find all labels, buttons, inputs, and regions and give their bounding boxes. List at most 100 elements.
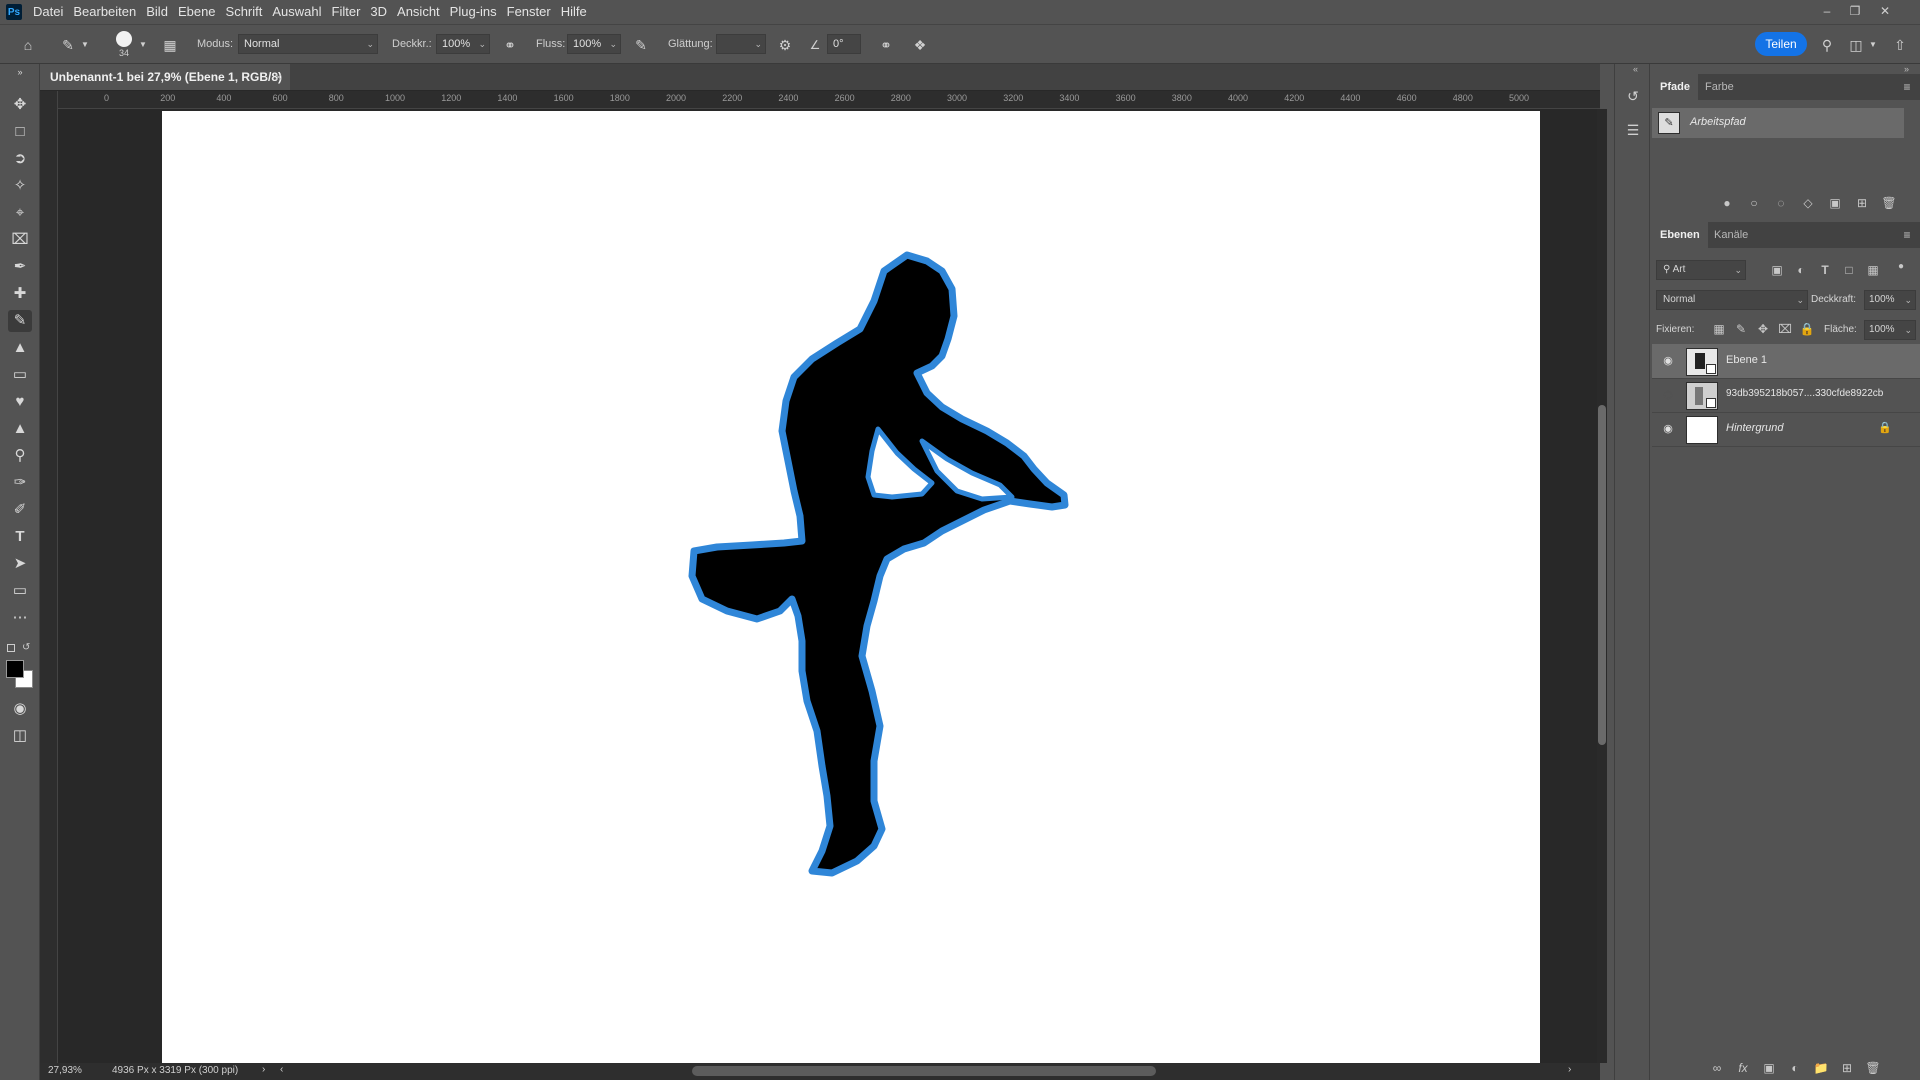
screen-mode-icon[interactable]: ◫ xyxy=(8,725,32,747)
layer-name[interactable]: Hintergrund xyxy=(1726,422,1783,434)
menu-hilfe[interactable]: Hilfe xyxy=(556,0,592,24)
brush-settings-icon[interactable]: ▦ xyxy=(160,35,180,55)
adjustment-layer-icon[interactable]: ◐ xyxy=(1786,1059,1804,1077)
paint-bucket-tool-icon[interactable]: ♥ xyxy=(8,391,32,413)
menu-ansicht[interactable]: Ansicht xyxy=(392,0,445,24)
zoom-level[interactable]: 27,93% xyxy=(48,1065,82,1076)
layer-opacity-field[interactable]: 100% ⌄ xyxy=(1864,290,1916,310)
layer-name[interactable]: 93db395218b057....330cfde8922cb xyxy=(1726,388,1883,399)
rectangle-tool-icon[interactable]: ▭ xyxy=(8,580,32,602)
angle-field[interactable]: 0° xyxy=(827,34,861,54)
link-layers-icon[interactable]: ∞ xyxy=(1708,1059,1726,1077)
eraser-tool-icon[interactable]: ▭ xyxy=(8,364,32,386)
close-tab-icon[interactable]: × xyxy=(275,64,282,90)
move-tool-icon[interactable]: ✥ xyxy=(8,94,32,116)
delete-layer-icon[interactable]: 🗑 xyxy=(1864,1059,1882,1077)
workspace-icon[interactable]: ◫ xyxy=(1846,35,1866,55)
pressure-size-icon[interactable]: ⚭ xyxy=(876,35,896,55)
airbrush-icon[interactable]: ✎ xyxy=(631,35,651,55)
make-path-icon[interactable]: ◇ xyxy=(1799,194,1817,212)
filter-pixel-icon[interactable]: ▣ xyxy=(1768,261,1786,279)
lock-position-icon[interactable]: ✥ xyxy=(1754,320,1772,338)
filter-smartobject-icon[interactable]: ▦ xyxy=(1864,261,1882,279)
brush-tool-preset-icon[interactable]: ✎ xyxy=(58,35,78,55)
filter-shape-icon[interactable]: □ xyxy=(1840,261,1858,279)
lock-icon[interactable]: 🔒 xyxy=(1878,421,1892,434)
swap-colors-icon[interactable]: ↺ xyxy=(22,642,34,654)
tab-pfade[interactable]: Pfade xyxy=(1652,74,1698,100)
pen-tool-icon[interactable]: ✑ xyxy=(8,472,32,494)
layer-name[interactable]: Ebene 1 xyxy=(1726,354,1767,366)
menu-3d[interactable]: 3D xyxy=(365,0,392,24)
path-row[interactable]: ✎ Arbeitspfad xyxy=(1652,108,1904,138)
symmetry-icon[interactable]: ❖ xyxy=(910,35,930,55)
lock-transparency-icon[interactable]: ▦ xyxy=(1710,320,1728,338)
marquee-tool-icon[interactable]: □ xyxy=(8,121,32,143)
collapse-toolbar-icon[interactable]: » xyxy=(8,66,32,78)
lock-paint-icon[interactable]: ✎ xyxy=(1732,320,1750,338)
fx-icon[interactable]: fx xyxy=(1734,1059,1752,1077)
visibility-eye-icon[interactable]: ◉ xyxy=(1660,354,1676,368)
filter-adjustment-icon[interactable]: ◐ xyxy=(1792,261,1810,279)
tab-ebenen[interactable]: Ebenen xyxy=(1652,222,1708,248)
close-window-icon[interactable]: ✕ xyxy=(1878,4,1892,18)
layer-fill-field[interactable]: 100% ⌄ xyxy=(1864,320,1916,340)
crop-tool-icon[interactable]: ⌖ xyxy=(8,202,32,224)
type-tool-icon[interactable]: T xyxy=(8,526,32,548)
chevron-right-icon[interactable]: › xyxy=(262,1064,265,1075)
horizontal-ruler[interactable]: 0 200 400 600 800 1000 1200 1400 1600 1800 2000 220… xyxy=(58,91,1600,109)
minimize-icon[interactable]: – xyxy=(1820,4,1834,18)
chevron-down-icon[interactable]: ▼ xyxy=(138,35,148,55)
panel-menu-icon[interactable]: ≡ xyxy=(1898,226,1916,244)
tab-kanaele[interactable]: Kanäle xyxy=(1706,222,1756,248)
new-path-icon[interactable]: ⊞ xyxy=(1853,194,1871,212)
canvas[interactable] xyxy=(162,111,1540,1063)
lock-all-icon[interactable]: 🔒 xyxy=(1798,320,1816,338)
horizontal-scroll-thumb[interactable] xyxy=(692,1066,1156,1076)
menu-ebene[interactable]: Ebene xyxy=(173,0,221,24)
filter-type-icon[interactable]: T xyxy=(1816,261,1834,279)
document-tab[interactable]: Unbenannt-1 bei 27,9% (Ebene 1, RGB/8) *… xyxy=(40,64,290,110)
blend-mode-select[interactable]: Normal ⌄ xyxy=(1656,290,1808,310)
menu-auswahl[interactable]: Auswahl xyxy=(267,0,326,24)
frame-tool-icon[interactable]: ⌧ xyxy=(8,229,32,251)
eyedropper-tool-icon[interactable]: ✒ xyxy=(8,256,32,278)
more-tools-icon[interactable]: ⋯ xyxy=(8,607,32,629)
document-info[interactable]: 4936 Px x 3319 Px (300 ppi) xyxy=(112,1065,238,1076)
stroke-path-icon[interactable]: ○ xyxy=(1745,194,1763,212)
healing-brush-tool-icon[interactable]: ✚ xyxy=(8,283,32,305)
vertical-scroll-thumb[interactable] xyxy=(1598,405,1606,745)
menu-bearbeiten[interactable]: Bearbeiten xyxy=(68,0,141,24)
curvature-pen-tool-icon[interactable]: ✐ xyxy=(8,499,32,521)
collapse-panels-icon[interactable]: « xyxy=(1633,64,1638,74)
menu-filter[interactable]: Filter xyxy=(327,0,366,24)
scroll-right-icon[interactable]: › xyxy=(1568,1064,1571,1075)
delete-path-icon[interactable]: 🗑 xyxy=(1880,194,1898,212)
fill-path-icon[interactable]: ● xyxy=(1718,194,1736,212)
menu-fenster[interactable]: Fenster xyxy=(502,0,556,24)
tab-farbe[interactable]: Farbe xyxy=(1697,74,1742,100)
stamp-tool-icon[interactable]: ▲ xyxy=(8,337,32,359)
panel-menu-icon[interactable]: ≡ xyxy=(1898,78,1916,96)
blur-tool-icon[interactable]: ▲ xyxy=(8,418,32,440)
layer-row[interactable]: ◉ 93db395218b057....330cfde8922cb xyxy=(1652,378,1920,413)
visibility-eye-icon[interactable]: ◉ xyxy=(1660,422,1676,436)
export-icon[interactable]: ⇧ xyxy=(1890,35,1910,55)
chevron-down-icon[interactable]: ▼ xyxy=(80,35,90,55)
history-icon[interactable]: ↺ xyxy=(1624,88,1642,106)
lock-artboard-icon[interactable]: ⌧ xyxy=(1776,320,1794,338)
load-selection-icon[interactable]: ◌ xyxy=(1772,194,1790,212)
menu-bild[interactable]: Bild xyxy=(141,0,173,24)
opacity-field[interactable]: 100% ⌄ xyxy=(436,34,490,54)
visibility-off-icon[interactable]: ◉ xyxy=(1660,388,1676,402)
layers-stack-icon[interactable]: ☰ xyxy=(1624,122,1642,140)
new-group-icon[interactable]: 📁 xyxy=(1812,1059,1830,1077)
collapse-panels-icon[interactable]: » xyxy=(1904,64,1909,74)
menu-schrift[interactable]: Schrift xyxy=(221,0,268,24)
flow-field[interactable]: 100% ⌄ xyxy=(567,34,621,54)
quick-selection-tool-icon[interactable]: ✧ xyxy=(8,175,32,197)
gear-icon[interactable]: ⚙ xyxy=(775,35,795,55)
layer-row[interactable]: ◉ Ebene 1 xyxy=(1652,344,1920,379)
brush-tool-icon[interactable]: ✎ xyxy=(8,310,32,332)
pressure-opacity-icon[interactable]: ⚭ xyxy=(500,35,520,55)
